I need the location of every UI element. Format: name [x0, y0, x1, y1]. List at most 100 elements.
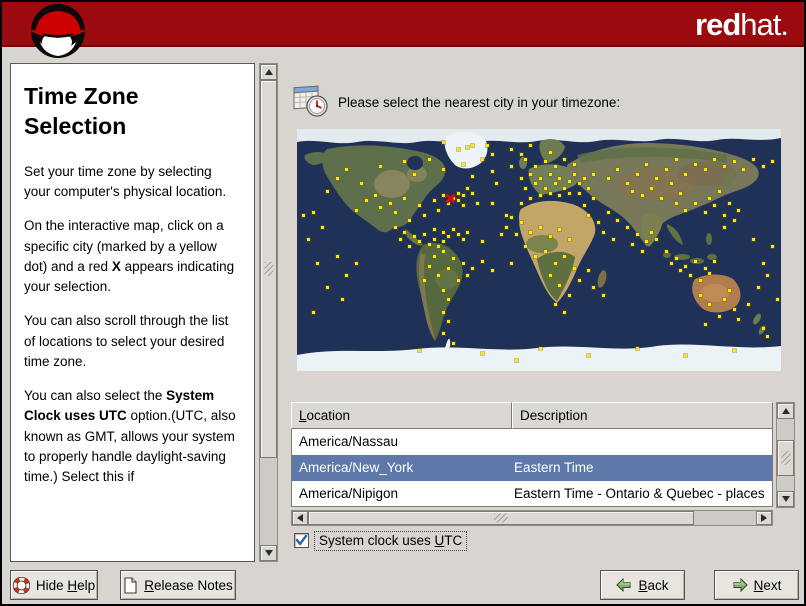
city-dot[interactable] [712, 258, 718, 264]
city-dot[interactable] [528, 171, 534, 177]
city-dot[interactable] [688, 273, 694, 279]
city-dot[interactable] [542, 249, 548, 254]
city-dot[interactable] [310, 210, 316, 216]
city-dot[interactable] [320, 224, 326, 230]
city-dot[interactable] [547, 190, 553, 196]
city-dot[interactable] [508, 147, 514, 153]
city-dot[interactable] [455, 198, 461, 204]
city-dot[interactable] [683, 207, 689, 213]
city-dot[interactable] [750, 157, 756, 163]
city-dot[interactable] [692, 200, 698, 206]
scroll-up-button[interactable] [260, 64, 277, 80]
city-dot[interactable] [358, 181, 364, 187]
system-clock-utc-label[interactable]: System clock uses UTC [314, 531, 468, 551]
column-header-location[interactable]: Location [291, 402, 512, 429]
city-dot[interactable] [417, 348, 422, 354]
city-dot[interactable] [479, 157, 485, 163]
city-dot[interactable] [344, 166, 350, 172]
city-dot[interactable] [639, 249, 645, 254]
city-dot[interactable] [518, 200, 524, 206]
city-dot[interactable] [436, 273, 442, 279]
city-dot[interactable] [668, 181, 674, 187]
city-dot[interactable] [571, 161, 577, 167]
city-dot[interactable] [421, 212, 427, 218]
city-dot[interactable] [417, 203, 422, 209]
city-dot[interactable] [426, 157, 432, 163]
city-dot[interactable] [547, 171, 553, 177]
city-dot[interactable] [567, 292, 573, 298]
city-dot[interactable] [460, 261, 466, 267]
city-dot[interactable] [538, 224, 543, 230]
next-button[interactable]: Next [714, 570, 799, 600]
city-dot[interactable] [552, 302, 558, 308]
city-dot[interactable] [552, 261, 558, 267]
city-dot[interactable] [441, 287, 447, 293]
city-dot[interactable] [721, 212, 727, 218]
city-dot[interactable] [649, 229, 655, 235]
city-dot[interactable] [634, 345, 640, 351]
city-dot[interactable] [455, 232, 461, 238]
city-dot[interactable] [697, 292, 703, 298]
city-dot[interactable] [508, 261, 514, 267]
city-dot[interactable] [707, 302, 713, 308]
city-dot[interactable] [450, 227, 456, 233]
city-dot[interactable] [508, 215, 514, 221]
city-dot[interactable] [479, 350, 485, 356]
city-dot[interactable] [562, 253, 568, 259]
city-dot[interactable] [455, 190, 461, 196]
city-dot[interactable] [697, 278, 703, 284]
city-dot[interactable] [567, 190, 573, 196]
city-dot[interactable] [644, 239, 650, 245]
city-dot[interactable] [547, 234, 553, 240]
city-dot[interactable] [571, 265, 577, 271]
city-dot[interactable] [523, 157, 529, 163]
city-dot[interactable] [770, 244, 776, 250]
city-dot[interactable] [479, 239, 485, 245]
city-dot[interactable] [310, 309, 316, 315]
city-dot[interactable] [581, 203, 587, 209]
city-dot[interactable] [465, 273, 471, 279]
city-dot[interactable] [421, 232, 427, 238]
city-dot[interactable] [557, 176, 563, 182]
city-dot[interactable] [644, 161, 650, 167]
city-dot[interactable] [591, 285, 597, 291]
city-dot[interactable] [591, 171, 597, 177]
city-dot[interactable] [455, 278, 461, 284]
city-dot[interactable] [625, 224, 631, 230]
city-dot[interactable] [470, 265, 476, 271]
city-dot[interactable] [431, 227, 437, 233]
city-dot[interactable] [412, 171, 418, 177]
table-row[interactable]: America/Nassau [292, 429, 772, 455]
city-dot[interactable] [663, 166, 669, 172]
city-dot[interactable] [334, 253, 340, 259]
city-dot[interactable] [678, 268, 684, 274]
city-dot[interactable] [770, 159, 776, 165]
city-dot[interactable] [494, 181, 500, 187]
table-row[interactable]: America/Nipigon Eastern Time - Ontario &… [292, 481, 772, 507]
city-dot[interactable] [683, 263, 689, 269]
city-dot[interactable] [600, 292, 606, 298]
city-dot[interactable] [576, 190, 582, 196]
scroll-right-button[interactable] [756, 511, 772, 525]
city-dot[interactable] [455, 147, 461, 153]
city-dot[interactable] [412, 234, 418, 240]
city-dot[interactable] [436, 207, 442, 213]
city-dot[interactable] [446, 297, 452, 303]
city-dot[interactable] [446, 265, 452, 271]
city-dot[interactable] [562, 309, 568, 315]
city-dot[interactable] [707, 270, 713, 276]
city-dot[interactable] [731, 217, 737, 223]
table-horizontal-scrollbar[interactable] [291, 510, 773, 526]
city-dot[interactable] [378, 164, 384, 170]
city-dot[interactable] [508, 164, 514, 170]
city-dot[interactable] [750, 236, 756, 242]
city-dot[interactable] [533, 164, 539, 170]
city-dot[interactable] [470, 190, 476, 196]
city-dot[interactable] [460, 203, 466, 209]
city-dot[interactable] [354, 207, 360, 213]
city-dot[interactable] [596, 219, 602, 225]
city-dot[interactable] [760, 261, 766, 267]
city-dot[interactable] [673, 256, 679, 262]
column-header-description[interactable]: Description [512, 402, 773, 429]
city-dot[interactable] [528, 142, 534, 148]
